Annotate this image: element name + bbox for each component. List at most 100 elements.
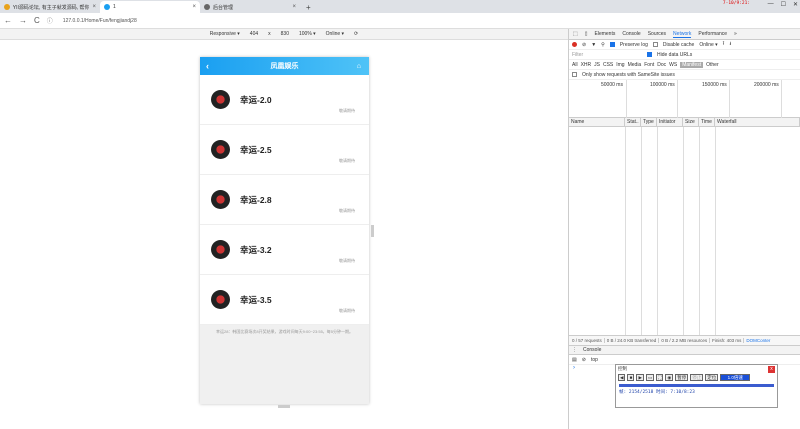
resize-handle-right[interactable] [371, 225, 374, 237]
reload-button[interactable]: C [34, 16, 40, 25]
pause-button[interactable]: 暂停 [675, 374, 689, 381]
browser-tab[interactable]: YII源码论坛, 有主子就发源码, 帮你.. × [0, 1, 100, 13]
request-table-body [569, 127, 800, 335]
col-waterfall[interactable]: Waterfall [715, 117, 800, 127]
throttle-select[interactable]: Online ▾ [699, 42, 717, 48]
tab-console[interactable]: Console [622, 31, 640, 37]
fullscreen-icon[interactable]: ⛶ [656, 374, 664, 381]
type-all[interactable]: All [572, 62, 578, 68]
height-input[interactable]: 830 [281, 31, 289, 37]
close-window-button[interactable]: ✕ [793, 1, 798, 8]
type-img[interactable]: Img [616, 62, 624, 68]
next-frame-icon[interactable]: ▶ [636, 374, 644, 381]
clear-console-icon[interactable]: ⊘ [582, 357, 586, 363]
samesite-checkbox[interactable] [572, 72, 577, 77]
filter-row: Filter Hide data URLs [569, 50, 800, 60]
disable-cache-checkbox[interactable] [652, 42, 658, 47]
recorder-player: 控制 x ◀ ■ ▶ ▭ ⛶ ◉ 暂停 停止 定位 1.0倍速 帧: 2154/… [615, 364, 778, 408]
recorder-close-button[interactable]: x [768, 365, 775, 373]
close-icon[interactable]: × [292, 4, 296, 10]
drawer-menu-icon[interactable]: ⋮ [572, 347, 577, 353]
tab-title: 后台管理 [213, 4, 234, 11]
upload-icon[interactable]: ⭱ [723, 41, 725, 49]
resize-handle-bottom[interactable] [278, 405, 290, 408]
zoom-select[interactable]: 100% ▾ [299, 31, 316, 37]
type-xhr[interactable]: XHR [581, 62, 592, 68]
device-toggle-icon[interactable]: ▯ [585, 31, 588, 37]
game-item[interactable]: 幸运-2.8 敬请期待 [200, 175, 369, 225]
game-item[interactable]: 幸运-3.2 敬请期待 [200, 225, 369, 275]
width-input[interactable]: 404 [250, 31, 258, 37]
hide-data-urls-label: Hide data URLs [657, 51, 693, 58]
stop-button[interactable]: 停止 [690, 374, 704, 381]
recorder-progress-bar[interactable] [619, 384, 774, 387]
col-size[interactable]: Size [683, 117, 699, 127]
url-input[interactable]: 127.0.0.1/Home/Fun/fengjiandj28 [63, 18, 137, 24]
sidebar-toggle-icon[interactable]: ▤ [572, 357, 577, 363]
type-doc[interactable]: Doc [657, 62, 666, 68]
column-divider [683, 127, 684, 335]
stop-icon[interactable]: ■ [627, 374, 635, 381]
browser-tab-active[interactable]: 1 × [100, 1, 200, 13]
device-select[interactable]: Responsive ▾ [210, 31, 240, 37]
network-overview[interactable]: 50000 ms 100000 ms 150000 ms 200000 ms [569, 80, 800, 118]
hide-data-urls-checkbox[interactable] [647, 52, 652, 57]
network-select[interactable]: Online ▾ [326, 31, 344, 37]
tab-network[interactable]: Network [673, 31, 692, 38]
recorder-frame-info: 帧: 2154/2518 时间: 7:10/8:23 [619, 390, 695, 395]
type-other[interactable]: Other [706, 62, 719, 68]
info-icon[interactable]: ⓘ [47, 16, 53, 25]
inspect-icon[interactable]: ⬚ [573, 31, 578, 37]
col-name[interactable]: Name [569, 117, 625, 127]
back-arrow-icon[interactable]: ‹ [206, 61, 209, 71]
locate-button[interactable]: 定位 [705, 374, 719, 381]
preserve-log-checkbox[interactable] [609, 42, 615, 47]
type-manifest[interactable]: Manifest [680, 61, 704, 68]
tab-performance[interactable]: Performance [698, 31, 727, 37]
clear-icon[interactable]: ⊘ [582, 42, 586, 48]
timeline-gridline [626, 80, 627, 118]
snapshot-icon[interactable]: ◉ [665, 374, 674, 381]
type-ws[interactable]: WS [669, 62, 677, 68]
prev-frame-icon[interactable]: ◀ [618, 374, 626, 381]
filter-icon[interactable]: ▼ [591, 42, 596, 48]
col-time[interactable]: Time [699, 117, 715, 127]
type-media[interactable]: Media [628, 62, 642, 68]
context-select[interactable]: top [591, 357, 598, 363]
game-item[interactable]: 幸运-2.5 敬请期待 [200, 125, 369, 175]
search-icon[interactable]: ⚲ [601, 42, 605, 48]
timeline-tick: 150000 ms [702, 82, 727, 88]
close-icon[interactable]: × [92, 4, 96, 10]
filter-input[interactable]: Filter [572, 52, 642, 58]
tab-elements[interactable]: Elements [595, 31, 616, 37]
new-tab-button[interactable]: + [300, 1, 317, 13]
close-icon[interactable]: × [192, 4, 196, 10]
type-js[interactable]: JS [594, 62, 600, 68]
type-font[interactable]: Font [644, 62, 654, 68]
tab-more[interactable]: » [734, 31, 737, 37]
forward-button[interactable]: → [19, 16, 27, 25]
minimize-button[interactable]: — [768, 1, 774, 8]
speed-select[interactable]: 1.0倍速 [720, 374, 751, 381]
column-divider [641, 127, 642, 335]
maximize-button[interactable]: ☐ [781, 1, 786, 8]
samesite-row: Only show requests with SameSite issues [569, 70, 800, 80]
col-initiator[interactable]: Initiator [657, 117, 683, 127]
home-icon[interactable]: ⌂ [357, 63, 361, 70]
back-button[interactable]: ← [4, 16, 12, 25]
address-bar: ← → C ⓘ 127.0.0.1/Home/Fun/fengjiandj28 [0, 13, 800, 29]
type-css[interactable]: CSS [603, 62, 613, 68]
col-status[interactable]: Stat.. [625, 117, 641, 127]
rotate-icon[interactable]: ⟳ [354, 31, 358, 37]
col-type[interactable]: Type [641, 117, 657, 127]
download-icon[interactable]: ⭳ [729, 41, 731, 49]
browser-tab[interactable]: 后台管理 × [200, 1, 300, 13]
disable-cache-label: Disable cache [662, 41, 695, 48]
game-item[interactable]: 幸运-3.5 敬请期待 [200, 275, 369, 325]
game-item[interactable]: 幸运-2.0 敬请期待 [200, 75, 369, 125]
app-title: 凤凰娱乐 [270, 63, 299, 70]
tab-console-drawer[interactable]: Console [583, 347, 601, 353]
record-icon[interactable] [572, 42, 577, 47]
fit-screen-icon[interactable]: ▭ [645, 374, 655, 381]
tab-sources[interactable]: Sources [648, 31, 666, 37]
